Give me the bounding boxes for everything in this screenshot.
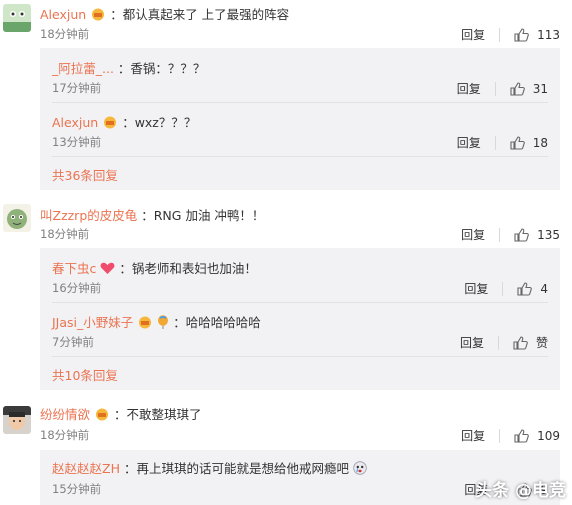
like-count: 31 <box>532 81 548 96</box>
divider <box>499 27 501 42</box>
like-button[interactable]: 18 <box>510 136 548 150</box>
more-replies-link[interactable]: 共10条回复 <box>52 365 118 384</box>
reply-text: ：香锅：？？？ <box>117 61 206 76</box>
username[interactable]: 纷纷情欲 <box>40 407 90 422</box>
comment-line: 叫Zzzrp的皮皮龟 ：RNG 加油 冲鸭！！ <box>40 205 264 224</box>
reply-actions: 回复 4 <box>464 280 548 297</box>
like-count: 赞 <box>535 336 548 350</box>
vip-badge-icon <box>104 116 117 129</box>
reply-button[interactable]: 回复 <box>461 226 485 243</box>
timestamp: 13分钟前 <box>52 135 102 149</box>
reply-button[interactable]: 回复 <box>461 26 485 43</box>
comment-actions: 回复 135 <box>461 226 560 243</box>
like-count: 109 <box>537 428 560 443</box>
like-count: 135 <box>537 227 560 242</box>
reply-item: Alexjun ：wxz？？？ 13分钟前 回复 18 <box>40 102 560 158</box>
like-count: 4 <box>540 281 548 296</box>
like-button[interactable]: 4 <box>517 282 548 296</box>
reply-text: ：锅老师和表妇也加油！ <box>119 261 257 276</box>
username[interactable]: 赵赵赵赵ZH <box>52 461 120 476</box>
vip-badge-icon <box>139 316 152 329</box>
heart-icon <box>100 262 115 274</box>
reply-line: Alexjun ：wxz？？？ <box>52 112 196 131</box>
reply-item: _阿拉蕾_... ：香锅：？？？ 17分钟前 回复 31 <box>40 48 560 104</box>
crying-face-icon <box>353 461 367 475</box>
reply-actions: 回复 31 <box>457 80 548 97</box>
reply-block: _阿拉蕾_... ：香锅：？？？ 17分钟前 回复 31 Alexjun ：wx… <box>40 48 560 190</box>
like-button[interactable]: 135 <box>514 228 560 242</box>
balloon-icon <box>158 315 169 329</box>
reply-button[interactable]: 回复 <box>464 280 488 297</box>
reply-line: _阿拉蕾_... ：香锅：？？？ <box>52 58 205 77</box>
like-button[interactable]: 113 <box>514 28 560 42</box>
avatar[interactable] <box>3 406 31 434</box>
thumbs-up-icon <box>514 428 529 443</box>
reply-block: 春下虫c ：锅老师和表妇也加油！ 16分钟前 回复 4 JJasi_小野妹子 ：… <box>40 248 560 390</box>
thumbs-up-icon <box>513 335 528 350</box>
divider <box>497 335 499 350</box>
timestamp: 15分钟前 <box>52 482 102 496</box>
divider <box>499 227 501 242</box>
comment: Alexjun ：都认真起来了 上了最强的阵容 18分钟前 回复 113 _阿拉… <box>0 0 572 190</box>
divider <box>494 135 496 150</box>
username[interactable]: 春下虫c <box>52 261 96 276</box>
timestamp: 16分钟前 <box>52 281 102 295</box>
vip-badge-icon <box>92 8 105 21</box>
reply-item: JJasi_小野妹子 ：哈哈哈哈哈哈 7分钟前 回复 赞 <box>40 302 560 358</box>
reply-text: ：哈哈哈哈哈哈 <box>173 315 261 330</box>
like-button[interactable]: 109 <box>514 429 560 443</box>
thumbs-up-icon <box>514 27 529 42</box>
like-button[interactable]: 赞 <box>513 334 548 351</box>
comment: 叫Zzzrp的皮皮龟 ：RNG 加油 冲鸭！！ 18分钟前 回复 135 春下虫… <box>0 198 572 390</box>
more-replies-link[interactable]: 共36条回复 <box>52 165 118 184</box>
reply-button[interactable]: 回复 <box>461 427 485 444</box>
comment-text: ：RNG 加油 冲鸭！！ <box>141 208 265 223</box>
reply-line: 春下虫c ：锅老师和表妇也加油！ <box>52 258 257 277</box>
reply-divider <box>52 156 548 157</box>
thumbs-up-icon <box>510 81 525 96</box>
username[interactable]: JJasi_小野妹子 <box>52 315 133 330</box>
avatar[interactable] <box>3 4 31 32</box>
reply-actions: 回复 18 <box>457 134 548 151</box>
timestamp: 7分钟前 <box>52 335 94 349</box>
like-count: 18 <box>532 135 548 150</box>
divider <box>499 428 501 443</box>
divider <box>502 281 504 296</box>
username[interactable]: _阿拉蕾_... <box>52 61 114 76</box>
reply-line: JJasi_小野妹子 ：哈哈哈哈哈哈 <box>52 312 261 331</box>
timestamp: 18分钟前 <box>40 27 90 41</box>
username[interactable]: Alexjun <box>52 115 98 130</box>
comment-line: Alexjun ：都认真起来了 上了最强的阵容 <box>40 4 289 23</box>
reply-actions: 回复 赞 <box>460 334 548 351</box>
vip-badge-icon <box>96 408 108 421</box>
comment-line: 纷纷情欲 ：不敢整琪琪了 <box>40 404 202 423</box>
timestamp: 17分钟前 <box>52 81 102 95</box>
comment-actions: 回复 109 <box>461 427 560 444</box>
thumbs-up-icon <box>517 281 533 296</box>
avatar[interactable] <box>3 204 31 232</box>
comment-text: ：不敢整琪琪了 <box>113 407 202 422</box>
thumbs-up-icon <box>514 227 529 242</box>
comment-text: ：都认真起来了 上了最强的阵容 <box>110 7 290 22</box>
username[interactable]: Alexjun <box>40 7 86 22</box>
reply-line: 赵赵赵赵ZH ：再上琪琪的话可能就是想给他戒网瘾吧 <box>52 458 367 477</box>
divider <box>494 81 496 96</box>
reply-item: 春下虫c ：锅老师和表妇也加油！ 16分钟前 回复 4 <box>40 248 560 304</box>
reply-button[interactable]: 回复 <box>457 80 481 97</box>
watermark: 头条 @电竞 <box>475 476 566 501</box>
thumbs-up-icon <box>510 135 525 150</box>
username[interactable]: 叫Zzzrp的皮皮龟 <box>40 208 137 223</box>
watermark-text: 头条 @电竞 <box>475 481 566 501</box>
reply-text: ：再上琪琪的话可能就是想给他戒网瘾吧 <box>123 461 349 476</box>
reply-text: ：wxz？？？ <box>122 115 197 130</box>
reply-divider <box>52 356 548 357</box>
timestamp: 18分钟前 <box>40 428 90 442</box>
like-button[interactable]: 31 <box>510 82 548 96</box>
comment-actions: 回复 113 <box>461 26 560 43</box>
reply-button[interactable]: 回复 <box>457 134 481 151</box>
timestamp: 18分钟前 <box>40 227 90 241</box>
reply-button[interactable]: 回复 <box>460 334 484 351</box>
like-count: 113 <box>537 27 560 42</box>
